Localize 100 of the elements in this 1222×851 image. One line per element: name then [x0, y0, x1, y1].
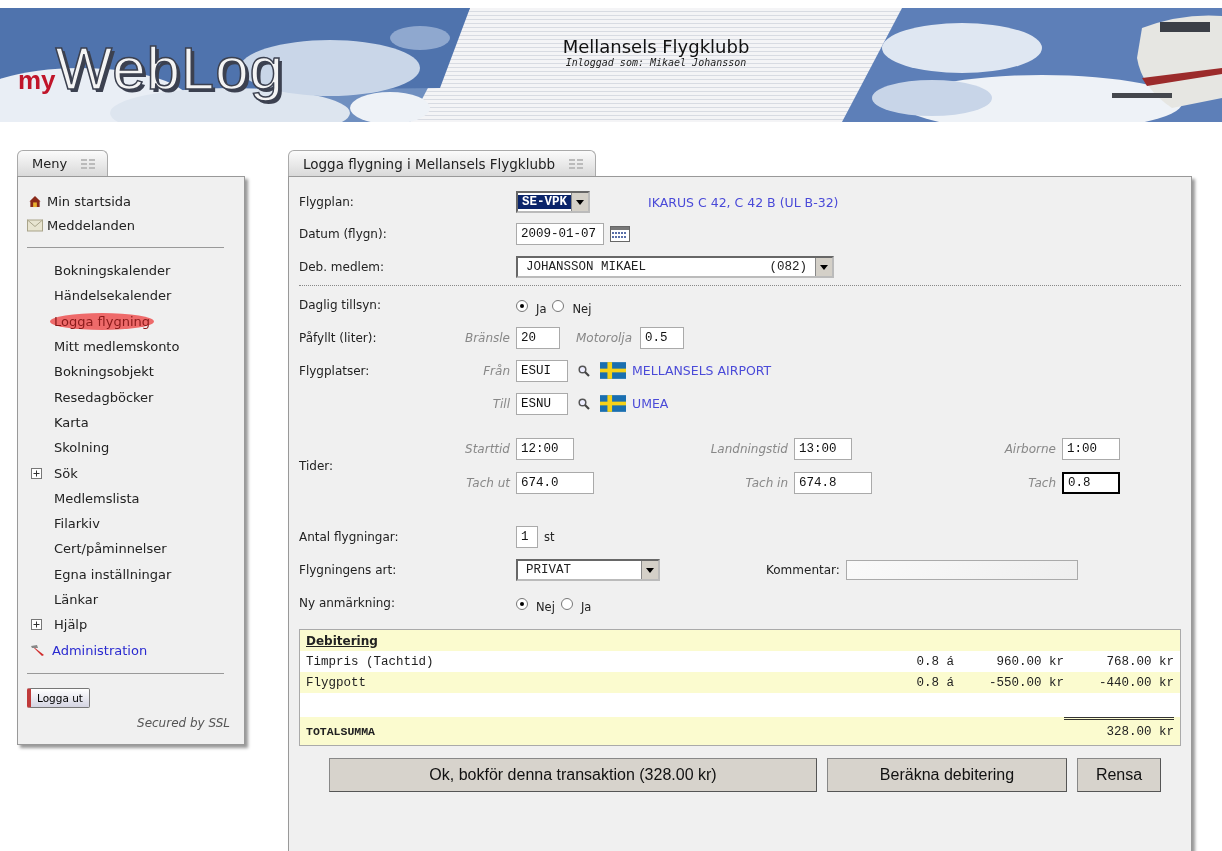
radio-label: Ja — [536, 301, 547, 316]
ssl-note: Secured by SSL — [136, 715, 230, 730]
form-tab[interactable]: Logga flygning i Mellansels Flygklubb — [288, 150, 597, 176]
club-name: Mellansels Flygklubb — [562, 36, 750, 57]
menu-item[interactable]: Min startsida — [43, 192, 136, 210]
airfield-field[interactable]: ESUI — [516, 359, 568, 382]
menu-item[interactable]: Mitt medlemskonto — [50, 338, 184, 356]
menu-item[interactable]: Egna inställningar — [50, 565, 176, 583]
action-button[interactable]: Ok, bokför denna transaktion (328.00 kr) — [329, 758, 817, 792]
airfield-name[interactable]: MELLANSELS AIRPORT — [632, 363, 772, 378]
menu-item[interactable]: Cert/påminnelser — [50, 540, 171, 558]
caret-icon — [815, 257, 832, 276]
menu-item[interactable]: Resedagböcker — [50, 388, 158, 406]
field-label: Tach — [1027, 476, 1057, 490]
fuel-field[interactable]: 20 — [516, 326, 560, 349]
airfield-name[interactable]: UMEA — [632, 396, 669, 411]
field-label: Påfyllt (liter): — [299, 330, 378, 345]
table-cell-text: -550.00 kr — [988, 675, 1064, 690]
envelope-icon — [27, 218, 43, 232]
menu-item[interactable]: Bokningskalender — [50, 262, 175, 280]
caret-icon — [641, 560, 658, 579]
table-cell-text: 0.8 á — [915, 654, 954, 669]
menu-item[interactable]: Skolning — [50, 439, 114, 457]
table-title: Debitering — [306, 633, 378, 648]
unit-label: st — [544, 529, 555, 544]
time-field[interactable]: 0.8 — [1062, 472, 1120, 494]
menu-item[interactable]: Filarkiv — [50, 515, 104, 533]
menu-item[interactable]: Meddelanden — [43, 216, 140, 234]
comment-field[interactable] — [845, 559, 1078, 580]
flight-type-select[interactable]: PRIVAT — [516, 558, 660, 581]
field-label: Flygplatser: — [299, 363, 371, 378]
field-label: Ny anmärkning: — [299, 595, 396, 610]
radio-button[interactable] — [516, 597, 528, 610]
time-field[interactable]: 1:00 — [1062, 438, 1120, 460]
menu-item[interactable]: Händelsekalender — [50, 287, 176, 305]
radio-label: Nej — [572, 301, 592, 316]
airfield-field[interactable]: ESNU — [516, 392, 568, 415]
time-field[interactable]: 674.0 — [516, 472, 594, 494]
field-label: Datum (flygn): — [299, 226, 388, 241]
grip-icon — [569, 158, 584, 169]
radio-label: Ja — [580, 599, 592, 614]
flag-icon — [600, 395, 626, 412]
radio-button[interactable] — [560, 597, 573, 610]
calendar-icon[interactable] — [610, 225, 630, 242]
table-cell-text: Flygpott — [306, 675, 367, 690]
menu-item[interactable]: Sök — [50, 464, 82, 482]
member-select[interactable]: JOHANSSON MIKAEL (082) — [516, 255, 834, 278]
radio-label: Nej — [536, 599, 555, 614]
menu-item[interactable]: Bokningsobjekt — [50, 363, 158, 381]
logged-in-text: Inloggad som: Mikael Johansson — [565, 57, 747, 68]
plus-box-icon[interactable] — [31, 467, 42, 479]
field-label: Från — [482, 363, 511, 378]
search-icon[interactable] — [578, 364, 590, 377]
oil-field[interactable]: 0.5 — [640, 326, 685, 349]
field-label: Tach ut — [465, 476, 512, 490]
table-cell-text: -440.00 kr — [1098, 675, 1174, 690]
count-field[interactable]: 1 — [516, 525, 538, 548]
field-label: Starttid — [464, 442, 511, 456]
menu-item[interactable]: Karta — [50, 413, 93, 431]
field-label: Antal flygningar: — [299, 529, 400, 544]
action-button[interactable]: Beräkna debitering — [827, 758, 1067, 792]
hammer-icon — [29, 644, 45, 657]
flag-icon — [600, 362, 626, 379]
caret-icon — [571, 193, 588, 211]
table-cell-text: Timpris (Tachtid) — [306, 654, 435, 669]
field-label: Tach in — [744, 476, 789, 490]
time-field[interactable]: 674.8 — [794, 472, 872, 494]
action-button[interactable]: Rensa — [1077, 758, 1161, 792]
aircraft-select[interactable]: SE-VPK — [516, 191, 590, 213]
field-label: Landningstid — [709, 442, 789, 456]
menu-item[interactable]: Medlemslista — [50, 489, 144, 507]
table-cell-text: TOTALSUMMA — [306, 724, 376, 738]
menu-item[interactable]: Hjälp — [50, 616, 92, 634]
field-label: Till — [491, 396, 511, 411]
table-cell-text: 768.00 kr — [1105, 654, 1174, 669]
menu-item[interactable]: Länkar — [50, 591, 103, 608]
plus-box-icon[interactable] — [31, 619, 42, 631]
logout-button[interactable]: Logga ut — [27, 687, 90, 708]
field-label: Daglig tillsyn: — [299, 297, 383, 312]
field-label: Flygningens art: — [299, 562, 398, 577]
field-label: Motorolja — [576, 330, 633, 345]
field-label: Tider: — [299, 459, 335, 473]
table-cell-text: 0.8 á — [915, 675, 954, 690]
aircraft-model: IKARUS C 42, C 42 B (UL B-32) — [648, 194, 839, 210]
house-icon — [27, 194, 43, 208]
field-label: Airborne — [1003, 442, 1057, 456]
menu-tab[interactable]: Meny — [17, 150, 109, 176]
menu-item[interactable]: Administration — [48, 641, 152, 659]
field-label: Flygplan: — [299, 195, 355, 209]
table-cell-text: 960.00 kr — [995, 654, 1064, 669]
radio-button[interactable] — [516, 299, 528, 312]
grip-icon — [81, 158, 96, 169]
field-label: Kommentar: — [766, 562, 840, 577]
radio-button[interactable] — [552, 299, 565, 312]
search-icon[interactable] — [578, 397, 590, 410]
date-field[interactable]: 2009-01-07 — [516, 222, 604, 245]
time-field[interactable]: 13:00 — [794, 438, 852, 460]
field-label: Deb. medlem: — [299, 259, 385, 274]
table-cell: 328.00 kr — [1064, 717, 1174, 739]
time-field[interactable]: 12:00 — [516, 438, 574, 460]
